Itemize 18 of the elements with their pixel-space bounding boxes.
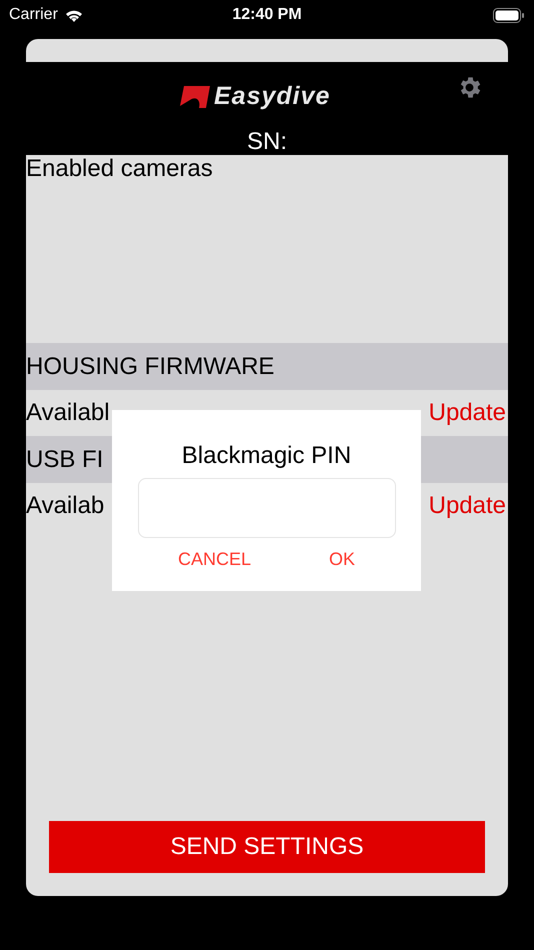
update-button[interactable]: Update (428, 488, 508, 524)
ok-button[interactable]: OK (329, 546, 356, 573)
logo-text: Easydive (214, 81, 330, 112)
send-settings-button[interactable]: SEND SETTINGS (49, 821, 485, 873)
available-label: Availab (26, 491, 104, 521)
cancel-button[interactable]: CANCEL (178, 546, 251, 573)
update-button[interactable]: Update (428, 395, 508, 431)
pin-field[interactable] (138, 478, 396, 538)
clock: 12:40 PM (232, 5, 302, 25)
section-title: USB FI (26, 444, 104, 474)
section-title: Enabled cameras (26, 155, 213, 182)
available-label: Availabl (26, 398, 110, 428)
serial-number-label: SN: (246, 127, 287, 157)
dialog-title: Blackmagic PIN (182, 441, 352, 471)
battery-icon (493, 8, 525, 22)
logo-mark-icon (180, 86, 210, 108)
section-title: HOUSING FIRMWARE (26, 352, 274, 382)
carrier-label: Carrier (9, 5, 58, 25)
